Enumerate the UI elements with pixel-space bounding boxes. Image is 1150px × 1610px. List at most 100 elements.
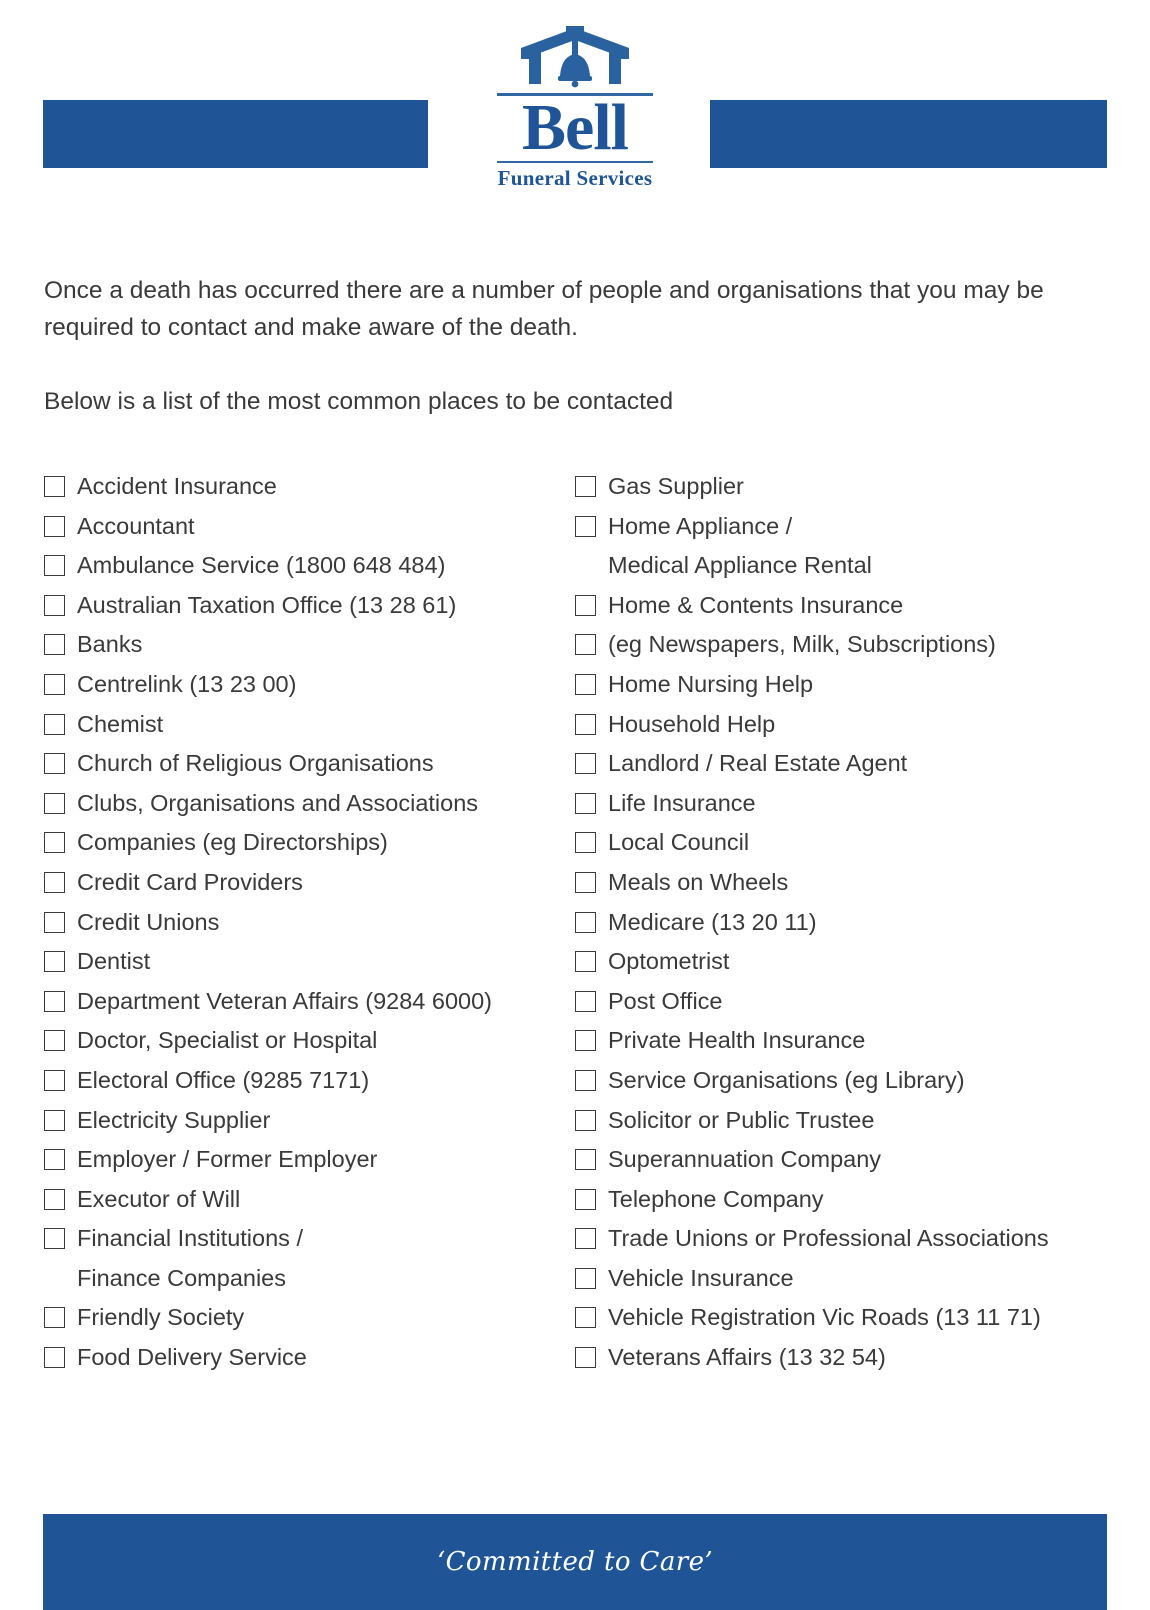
- checkbox-icon[interactable]: [575, 594, 596, 616]
- checklist-item[interactable]: Department Veteran Affairs (9284 6000): [44, 985, 575, 1025]
- checklist-item-label: Executor of Will: [77, 1185, 241, 1212]
- checkbox-icon[interactable]: [575, 476, 596, 497]
- checklist-item[interactable]: Credit Unions: [44, 906, 575, 946]
- checklist-item[interactable]: Home & Contents Insurance: [575, 589, 1106, 629]
- checkbox-icon[interactable]: [575, 871, 596, 893]
- checkbox-icon[interactable]: [44, 990, 65, 1012]
- checkbox-icon[interactable]: [575, 792, 596, 814]
- checkbox-icon[interactable]: [44, 951, 65, 973]
- checklist-item[interactable]: Friendly Society: [44, 1301, 575, 1341]
- checkbox-icon[interactable]: [575, 1069, 596, 1091]
- checklist-item-label: Superannuation Company: [608, 1146, 882, 1173]
- checklist-item[interactable]: (eg Newspapers, Milk, Subscriptions): [575, 628, 1106, 668]
- checkbox-icon[interactable]: [44, 1347, 65, 1369]
- checklist-item[interactable]: Centrelink (13 23 00): [44, 668, 575, 708]
- checklist-item-continuation: Medical Appliance Rental: [575, 549, 1106, 589]
- checklist-item[interactable]: Companies (eg Directorships): [44, 826, 575, 866]
- checkbox-icon[interactable]: [575, 634, 596, 656]
- checklist-item[interactable]: Gas Supplier: [575, 470, 1106, 510]
- checklist-item[interactable]: Home Appliance /: [575, 510, 1106, 550]
- checklist-item-label: Optometrist: [608, 948, 730, 975]
- checkbox-icon[interactable]: [44, 1069, 65, 1091]
- checklist-item[interactable]: Ambulance Service (1800 648 484): [44, 549, 575, 589]
- header-bar-left: [43, 100, 428, 168]
- checklist-item[interactable]: Trade Unions or Professional Association…: [575, 1222, 1106, 1262]
- checklist-item[interactable]: Clubs, Organisations and Associations: [44, 787, 575, 827]
- checklist-item[interactable]: Local Council: [575, 826, 1106, 866]
- checkbox-icon[interactable]: [575, 990, 596, 1012]
- checkbox-icon[interactable]: [44, 713, 65, 735]
- checklist-item[interactable]: Private Health Insurance: [575, 1024, 1106, 1064]
- checkbox-icon[interactable]: [44, 1109, 65, 1131]
- checkbox-icon[interactable]: [44, 634, 65, 656]
- checkbox-icon[interactable]: [575, 673, 596, 695]
- checklist-item[interactable]: Veterans Affairs (13 32 54): [575, 1341, 1106, 1381]
- checkbox-icon[interactable]: [44, 515, 65, 537]
- checklist-item[interactable]: Dentist: [44, 945, 575, 985]
- checklist-item[interactable]: Food Delivery Service: [44, 1341, 575, 1381]
- checkbox-icon[interactable]: [575, 1307, 596, 1329]
- checklist-item[interactable]: Executor of Will: [44, 1183, 575, 1223]
- checkbox-icon[interactable]: [575, 515, 596, 537]
- checklist-item[interactable]: Home Nursing Help: [575, 668, 1106, 708]
- checklist-item-label: Employer / Former Employer: [77, 1146, 378, 1173]
- contacts-checklist: Accident Insurance Accountant Ambulance Se…: [44, 470, 1106, 1381]
- checkbox-icon[interactable]: [44, 753, 65, 775]
- checkbox-icon[interactable]: [575, 1030, 596, 1052]
- checklist-item[interactable]: Accountant: [44, 510, 575, 550]
- checklist-item-label: Private Health Insurance: [608, 1027, 866, 1054]
- checklist-item-label: Ambulance Service (1800 648 484): [77, 552, 446, 579]
- checkbox-icon[interactable]: [575, 1109, 596, 1131]
- checklist-item[interactable]: Telephone Company: [575, 1183, 1106, 1223]
- checklist-item[interactable]: Employer / Former Employer: [44, 1143, 575, 1183]
- checkbox-icon[interactable]: [575, 1188, 596, 1210]
- checkbox-icon[interactable]: [44, 911, 65, 933]
- checkbox-icon[interactable]: [575, 753, 596, 775]
- checklist-item[interactable]: Superannuation Company: [575, 1143, 1106, 1183]
- checkbox-icon[interactable]: [44, 476, 65, 497]
- checklist-item[interactable]: Credit Card Providers: [44, 866, 575, 906]
- checklist-item-label: Clubs, Organisations and Associations: [77, 789, 479, 816]
- checkbox-icon[interactable]: [44, 1307, 65, 1329]
- checkbox-icon[interactable]: [44, 673, 65, 695]
- checklist-item[interactable]: Financial Institutions /: [44, 1222, 575, 1262]
- checkbox-icon[interactable]: [575, 832, 596, 854]
- checklist-item[interactable]: Meals on Wheels: [575, 866, 1106, 906]
- checkbox-icon[interactable]: [44, 1030, 65, 1052]
- checkbox-icon[interactable]: [44, 594, 65, 616]
- checklist-item[interactable]: Life Insurance: [575, 787, 1106, 827]
- checklist-item[interactable]: Medicare (13 20 11): [575, 906, 1106, 946]
- checkbox-icon[interactable]: [575, 1267, 596, 1289]
- checkbox-icon[interactable]: [575, 951, 596, 973]
- checklist-item[interactable]: Chemist: [44, 708, 575, 748]
- checkbox-icon[interactable]: [575, 1149, 596, 1171]
- checkbox-icon[interactable]: [44, 555, 65, 577]
- checklist-item[interactable]: Service Organisations (eg Library): [575, 1064, 1106, 1104]
- checkbox-icon[interactable]: [44, 1228, 65, 1250]
- checklist-item[interactable]: Electricity Supplier: [44, 1104, 575, 1144]
- checkbox-icon[interactable]: [44, 832, 65, 854]
- checkbox-icon[interactable]: [575, 713, 596, 735]
- checklist-item[interactable]: Landlord / Real Estate Agent: [575, 747, 1106, 787]
- checklist-item[interactable]: Household Help: [575, 708, 1106, 748]
- checkbox-icon[interactable]: [44, 792, 65, 814]
- checklist-item[interactable]: Church of Religious Organisations: [44, 747, 575, 787]
- checklist-item[interactable]: Banks: [44, 628, 575, 668]
- checklist-item[interactable]: Accident Insurance: [44, 470, 575, 510]
- checklist-item[interactable]: Australian Taxation Office (13 28 61): [44, 589, 575, 629]
- checklist-item-label: Church of Religious Organisations: [77, 750, 434, 777]
- checklist-item[interactable]: Solicitor or Public Trustee: [575, 1104, 1106, 1144]
- checklist-item[interactable]: Doctor, Specialist or Hospital: [44, 1024, 575, 1064]
- checklist-item[interactable]: Optometrist: [575, 945, 1106, 985]
- checkbox-icon[interactable]: [44, 1188, 65, 1210]
- checklist-item[interactable]: Post Office: [575, 985, 1106, 1025]
- checkbox-icon[interactable]: [44, 1149, 65, 1171]
- checkbox-icon[interactable]: [575, 911, 596, 933]
- checklist-item[interactable]: Vehicle Registration Vic Roads (13 11 71…: [575, 1301, 1106, 1341]
- checkbox-icon[interactable]: [575, 1347, 596, 1369]
- checkbox-icon[interactable]: [575, 1228, 596, 1250]
- checklist-item-label: Electoral Office (9285 7171): [77, 1066, 370, 1093]
- checkbox-icon[interactable]: [44, 871, 65, 893]
- checklist-item[interactable]: Electoral Office (9285 7171): [44, 1064, 575, 1104]
- checklist-item[interactable]: Vehicle Insurance: [575, 1262, 1106, 1302]
